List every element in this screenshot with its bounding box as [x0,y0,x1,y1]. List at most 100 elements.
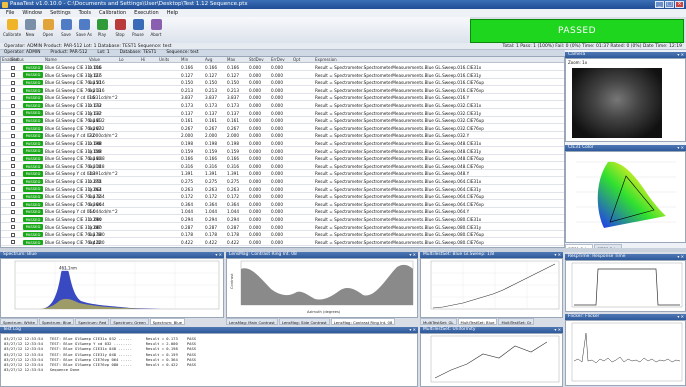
enabled-checkbox[interactable] [11,225,15,230]
menu-settings[interactable]: Settings [50,9,71,17]
cell-avg: 0.198 [205,141,217,146]
table-row[interactable]: PASSED Blue Gl.Sweep CIE 76vp 080 0.422 0.4… [1,239,564,246]
table-row[interactable]: PASSED Blue Gl.Sweep Y cd 016 3.831cd/m^2 3… [1,94,564,102]
toolbar-button-7[interactable]: Pause [130,19,146,41]
toolbar-button-5[interactable]: Play [94,19,110,41]
minimize-button[interactable]: _ [655,1,664,8]
enabled-checkbox[interactable] [11,202,15,207]
enabled-checkbox[interactable] [11,232,15,237]
enabled-checkbox[interactable] [11,171,15,176]
tab-spectrum-white[interactable]: Spectrum: White [0,318,38,325]
enabled-checkbox[interactable] [11,111,15,116]
enabled-checkbox[interactable] [11,118,15,123]
enabled-checkbox[interactable] [11,179,15,184]
test-log[interactable]: 03/27/12 12:33:54 TEST: Blue GlSweep CIE… [0,333,418,387]
tab-spectrum-green[interactable]: Spectrum: Green [110,318,149,325]
tab-spectrum-blue-1[interactable]: Spectrum: Blue [38,318,75,325]
column-header[interactable]: Value [89,57,100,63]
camera-panel: Zoom: 1x [565,58,686,142]
menu-execution[interactable]: Execution [134,9,159,17]
enabled-checkbox[interactable] [11,80,15,85]
close-button[interactable]: × [675,1,684,8]
enabled-checkbox[interactable] [11,209,15,214]
menu-file[interactable]: File [6,9,14,17]
enabled-checkbox[interactable] [11,240,15,245]
enabled-checkbox[interactable] [11,164,15,169]
tab-spectrum-blue-2[interactable]: Spectrum: Blue [149,318,186,325]
table-row[interactable]: PASSED Blue Gl.Sweep CIE 31y 064 0.263 0.26… [1,186,564,193]
table-row[interactable]: PASSED Blue Gl.Sweep CIE 76up 016 0.150 0.1… [1,79,564,87]
enabled-checkbox[interactable] [11,156,15,161]
table-row[interactable]: PASSED Blue Gl.Sweep Y cd 032 2.000cd/m^2 2… [1,132,564,140]
enabled-checkbox[interactable] [11,141,15,146]
enabled-checkbox[interactable] [11,88,15,93]
tab-multitest-gr[interactable]: MultiTestSet: Gr [498,318,535,325]
cell-expr: Result = Spectrometer.SpectrometerMeasur… [315,232,485,238]
table-row[interactable]: PASSED Blue Gl.Sweep CIE 31x 016 0.166 0.16… [1,64,564,71]
tab-side-contrast[interactable]: LensMag: Side Contrast [278,318,330,325]
table-row[interactable]: PASSED Blue Gl.Sweep CIE 76up 032 0.161 0.1… [1,117,564,125]
camera-zoom[interactable]: Zoom: 1x [568,60,587,65]
column-header[interactable]: Name [45,57,57,63]
column-header[interactable]: Avg [205,57,212,63]
enabled-checkbox[interactable] [11,217,15,222]
column-header[interactable]: StdDev [249,57,264,63]
status-badge: PASSED [23,110,43,116]
toolbar-button-2[interactable]: Open [40,19,56,41]
table-row[interactable]: PASSED Blue Gl.Sweep CIE 31y 032 0.137 0.13… [1,110,564,117]
column-header[interactable]: Max [227,57,235,63]
table-row[interactable]: PASSED Blue Gl.Sweep CIE 76vp 016 0.213 0.2… [1,87,564,94]
enabled-checkbox[interactable] [11,95,15,100]
table-row[interactable]: PASSED Blue Gl.Sweep CIE 76vp 064 0.364 0.3… [1,201,564,208]
column-header[interactable]: Min [181,57,188,63]
menu-help[interactable]: Help [167,9,178,17]
column-header[interactable]: Status [11,57,24,63]
toolbar-button-3[interactable]: Save [58,19,74,41]
table-row[interactable]: PASSED Blue Gl.Sweep Y cd 064 1.044cd/m^2 1… [1,208,564,216]
toolbar-button-4[interactable]: Save As [76,19,92,41]
column-header[interactable]: Units [159,57,169,63]
table-row[interactable]: PASSED Blue Gl.Sweep CIE 76vp 048 0.316 0.3… [1,163,564,170]
column-header[interactable]: Hi [141,57,145,63]
column-header[interactable]: ErrDev [271,57,285,63]
toolbar-button-6[interactable]: Stop [112,19,128,41]
table-row[interactable]: PASSED Blue Gl.Sweep CIE 31x 048 0.198 0.19… [1,140,564,147]
toolbar-button-1[interactable]: New [22,19,38,41]
column-header[interactable]: Expression [315,57,337,63]
table-row[interactable]: PASSED Blue Gl.Sweep CIE 31y 048 0.159 0.15… [1,148,564,155]
toolbar-button-8[interactable]: Abort [148,19,164,41]
enabled-checkbox[interactable] [11,133,15,138]
tab-multitest-blue[interactable]: MultiTestSet: Blue [457,318,498,325]
cell-value: 0.267 [89,125,101,131]
toolbar-button-0[interactable]: Calibrate [3,19,21,41]
table-row[interactable]: PASSED Blue Gl.Sweep CIE 31y 080 0.287 0.28… [1,224,564,231]
menu-tools[interactable]: Tools [79,9,91,17]
enabled-checkbox[interactable] [11,65,15,70]
menu-calibration[interactable]: Calibration [99,9,126,17]
enabled-checkbox[interactable] [11,103,15,108]
table-row[interactable]: PASSED Blue Gl.Sweep CIE 31x 032 0.173 0.17… [1,102,564,109]
tab-spectrum-red[interactable]: Spectrum: Red [75,318,110,325]
table-row[interactable]: PASSED Blue Gl.Sweep Y cd 048 1.391cd/m^2 1… [1,170,564,178]
table-row[interactable]: PASSED Blue Gl.Sweep CIE 31x 080 0.294 0.29… [1,216,564,223]
menu-window[interactable]: Window [22,9,42,17]
tab-contrast-ring[interactable]: LensMag: Contrast Ring Int. 08 [330,318,396,325]
table-row[interactable]: PASSED Blue Gl.Sweep CIE 76up 048 0.166 0.1… [1,155,564,163]
enabled-checkbox[interactable] [11,194,15,199]
toolbar-button-label: Stop [115,32,125,37]
table-row[interactable]: PASSED Blue Gl.Sweep CIE 31y 016 0.127 0.12… [1,72,564,79]
enabled-checkbox[interactable] [11,187,15,192]
table-row[interactable]: PASSED Blue Gl.Sweep CIE 31x 064 0.275 0.27… [1,178,564,185]
results-grid[interactable]: Enabled Status Name Value Lo Hi Units Min Avg Max… [0,56,565,248]
tab-multitest-gl[interactable]: MultiTestSet: GL [420,318,457,325]
enabled-checkbox[interactable] [11,73,15,78]
enabled-checkbox[interactable] [11,126,15,131]
enabled-checkbox[interactable] [11,149,15,154]
column-header[interactable]: Lo [119,57,124,63]
table-row[interactable]: PASSED Blue Gl.Sweep CIE 76vp 032 0.267 0.2… [1,125,564,132]
table-row[interactable]: PASSED Blue Gl.Sweep CIE 76up 080 0.178 0.1… [1,231,564,239]
table-row[interactable]: PASSED Blue Gl.Sweep CIE 76up 064 0.172 0.1… [1,193,564,201]
column-header[interactable]: Opt [293,57,300,63]
maximize-button[interactable]: □ [665,1,674,8]
tab-main-contrast[interactable]: LensMag: Main Contrast [226,318,278,325]
